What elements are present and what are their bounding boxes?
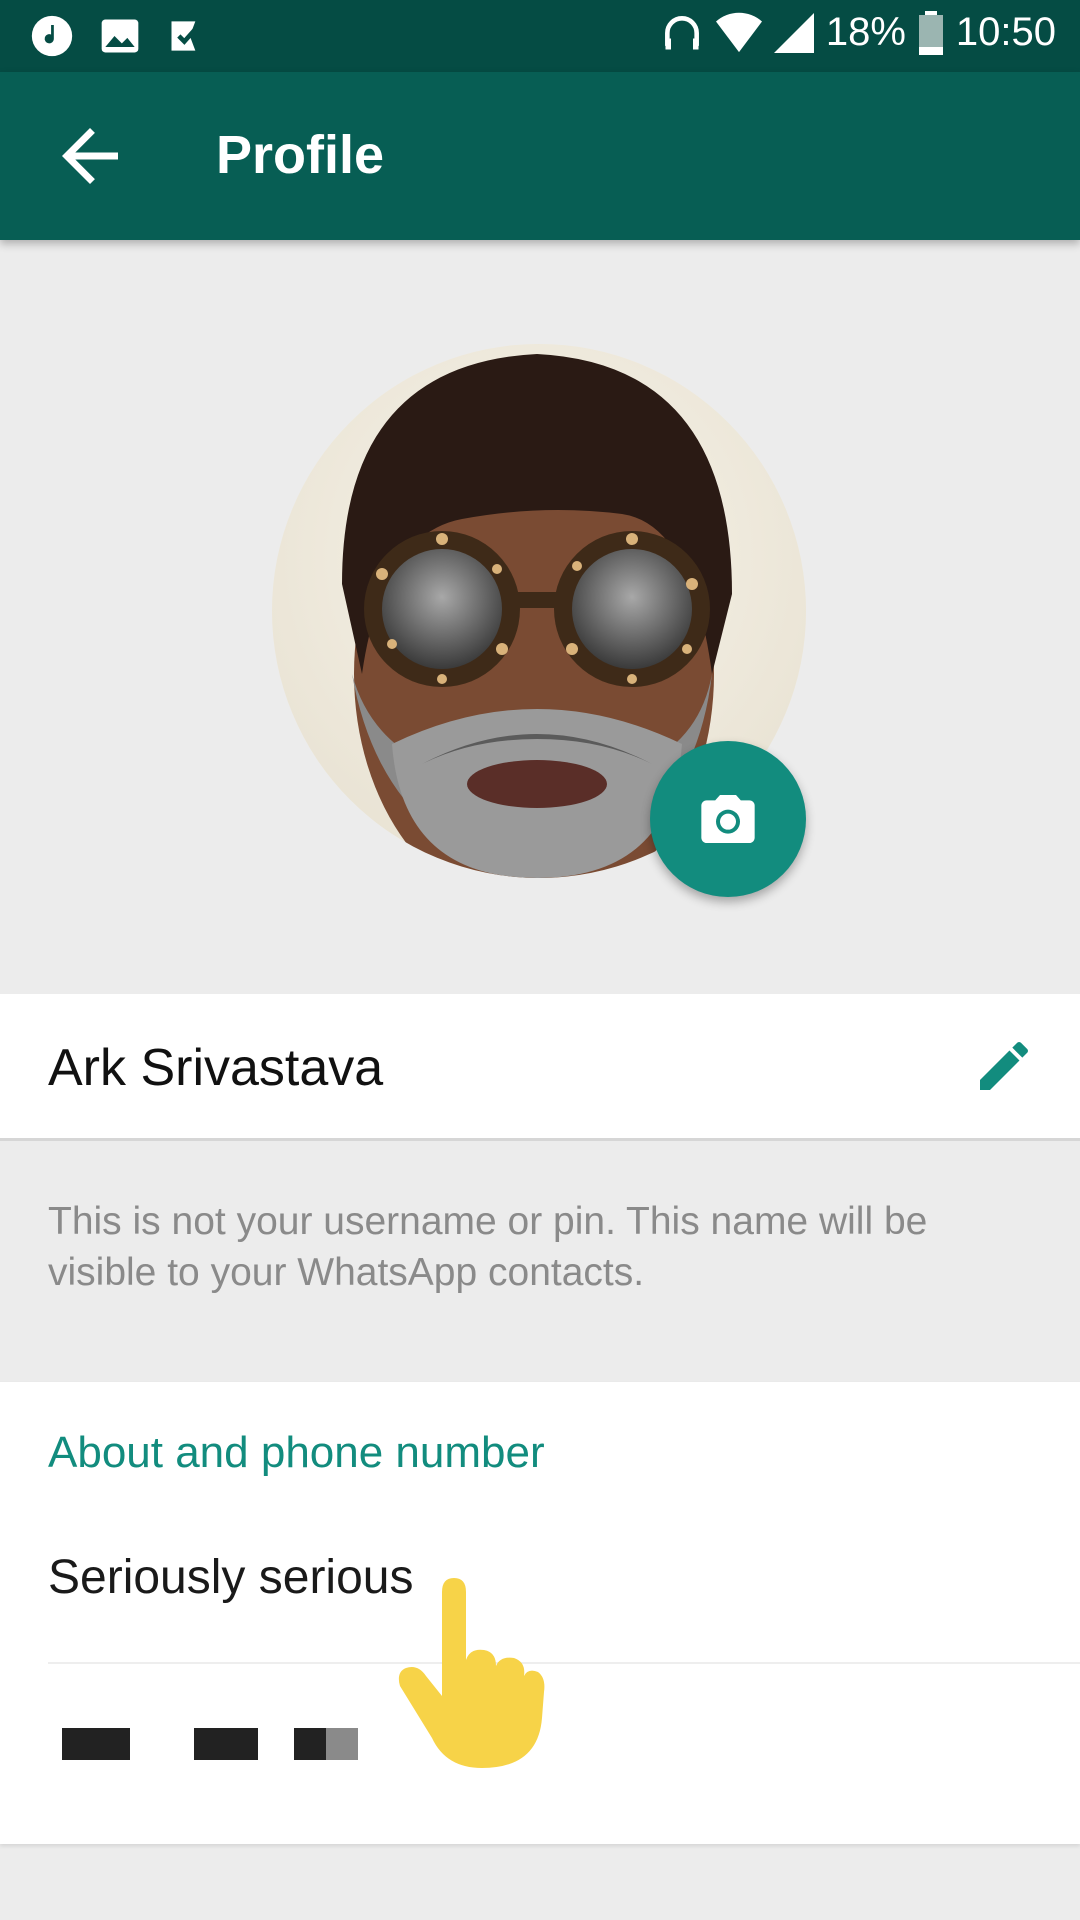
music-icon <box>31 15 73 57</box>
task-check-icon <box>171 21 201 51</box>
section-header: About and phone number <box>48 1428 545 1477</box>
page-title: Profile <box>216 125 385 185</box>
redacted-block <box>294 1728 326 1760</box>
gallery-icon <box>101 19 139 53</box>
signal-icon <box>773 12 814 53</box>
clock: 10:50 <box>955 10 1056 54</box>
battery-percent: 18% <box>825 10 906 54</box>
wifi-icon <box>715 12 762 52</box>
notification-icons <box>30 14 210 58</box>
change-photo-button[interactable] <box>650 741 806 897</box>
system-icons: 18% 10:50 <box>660 10 1056 55</box>
name-hint: This is not your username or pin. This n… <box>48 1200 928 1294</box>
status-bar: 18% 10:50 <box>0 0 1080 72</box>
pencil-icon <box>980 1041 1028 1090</box>
name-row[interactable]: Ark Srivastava <box>0 994 1080 1141</box>
battery-icon <box>918 10 943 55</box>
divider <box>48 1662 1080 1664</box>
touch-hand-icon <box>398 1578 545 1768</box>
about-status[interactable]: Seriously serious <box>48 1550 413 1605</box>
headphones-icon <box>664 15 699 49</box>
back-button[interactable] <box>48 114 132 198</box>
edit-name-button[interactable] <box>972 1034 1036 1098</box>
phone-number[interactable] <box>62 1728 358 1760</box>
app-bar: Profile <box>0 72 1080 240</box>
profile-name: Ark Srivastava <box>48 1039 384 1097</box>
redacted-block <box>194 1728 258 1760</box>
arrow-left-icon <box>62 128 118 184</box>
redacted-block <box>326 1728 358 1760</box>
camera-icon <box>701 795 755 843</box>
redacted-block <box>62 1728 130 1760</box>
